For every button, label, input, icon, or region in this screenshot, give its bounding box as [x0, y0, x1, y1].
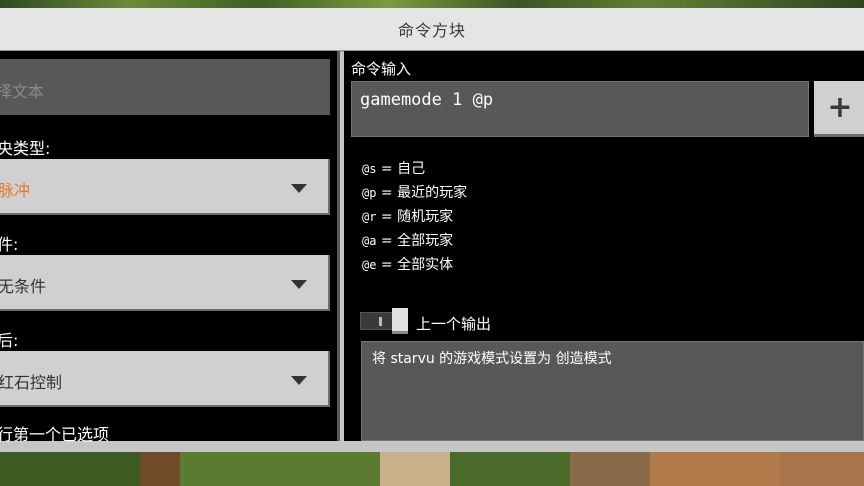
- hover-note-placeholder: 择文本: [0, 82, 45, 101]
- condition-label: 件:: [0, 235, 19, 254]
- toggle-knob[interactable]: [392, 308, 408, 334]
- selector-list: @s = 自己 @p = 最近的玩家 @r = 随机玩家 @a = 全部玩家 @…: [362, 157, 467, 277]
- redstone-label: 后:: [0, 331, 19, 350]
- toggle-track: [360, 312, 394, 330]
- chevron-down-icon: [291, 376, 307, 385]
- list-item: @s = 自己: [362, 161, 426, 177]
- list-item: @p = 最近的玩家: [362, 185, 468, 201]
- execute-first-label: 行第一个已选项: [0, 425, 110, 444]
- list-item: @e = 全部实体: [362, 257, 454, 273]
- game-background-bottom: [0, 452, 864, 486]
- command-input[interactable]: gamemode 1 @p: [351, 81, 809, 137]
- block-type-value: 脉冲: [0, 181, 31, 200]
- command-input-value: gamemode 1 @p: [360, 90, 494, 110]
- command-panel: 命令输入 gamemode 1 @p + @s = 自己 @p = 最近的玩家 …: [344, 51, 864, 441]
- command-input-label: 命令输入: [351, 60, 412, 78]
- chevron-down-icon: [291, 280, 307, 289]
- insert-selector-button[interactable]: +: [814, 81, 864, 137]
- list-item: @r = 随机玩家: [362, 209, 454, 225]
- dialog-titlebar: 命令方块: [0, 8, 864, 52]
- plus-icon: +: [827, 89, 853, 125]
- settings-panel: 择文本 央类型: 脉冲 件: 无条件 后: 红石控制 行第一个已选项: [0, 51, 340, 444]
- block-type-label: 央类型:: [0, 139, 51, 158]
- redstone-value: 红石控制: [0, 373, 63, 392]
- block-type-dropdown[interactable]: 脉冲: [0, 159, 330, 215]
- command-block-dialog: 命令方块 择文本 央类型: 脉冲 件: 无条件 后: 红石控制 行第一个已选项 …: [0, 8, 864, 452]
- previous-output-label: 上一个输出: [416, 315, 492, 333]
- game-background-top: [0, 0, 864, 8]
- list-item: @a = 全部玩家: [362, 233, 454, 249]
- dialog-title: 命令方块: [397, 21, 466, 40]
- previous-output-toggle[interactable]: [360, 308, 410, 334]
- condition-value: 无条件: [0, 277, 47, 296]
- chevron-down-icon: [291, 184, 307, 193]
- condition-dropdown[interactable]: 无条件: [0, 255, 330, 311]
- redstone-dropdown[interactable]: 红石控制: [0, 351, 330, 407]
- previous-output-box: 将 starvu 的游戏模式设置为 创造模式: [361, 341, 864, 441]
- previous-output-text: 将 starvu 的游戏模式设置为 创造模式: [372, 351, 612, 367]
- hover-note-input[interactable]: 择文本: [0, 59, 330, 115]
